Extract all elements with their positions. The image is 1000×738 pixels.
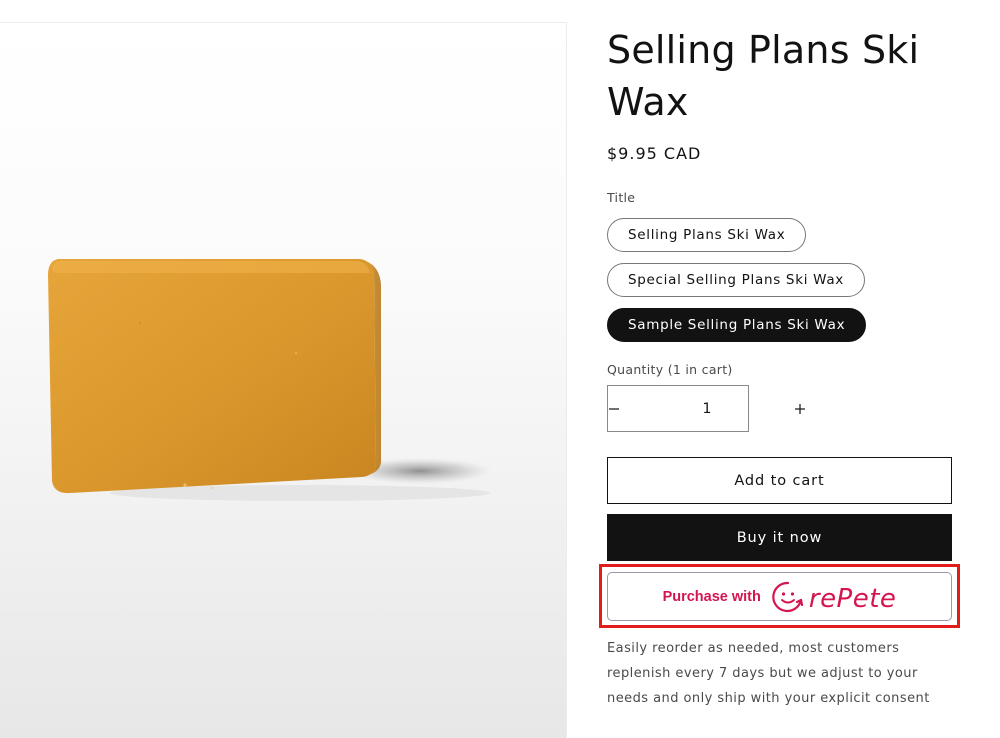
repete-brand-wordmark: rePete <box>808 583 897 614</box>
product-title: Selling Plans Ski Wax <box>607 28 920 124</box>
variant-option-special-selling-plans-ski-wax[interactable]: Special Selling Plans Ski Wax <box>607 263 865 297</box>
buy-it-now-button[interactable]: Buy it now <box>607 514 952 561</box>
quantity-increase-button[interactable] <box>794 386 806 431</box>
minus-icon <box>609 407 619 410</box>
product-page: Selling Plans Ski Wax $9.95 CAD Title Se… <box>0 0 1000 738</box>
repete-smiley-icon <box>772 581 803 612</box>
variant-option-sample-selling-plans-ski-wax[interactable]: Sample Selling Plans Ski Wax <box>607 308 867 342</box>
variant-option-selling-plans-ski-wax[interactable]: Selling Plans Ski Wax <box>607 218 807 252</box>
quantity-decrease-button[interactable] <box>608 386 620 431</box>
purchase-with-repete-button[interactable]: Purchase with rePete <box>607 572 952 621</box>
product-media <box>0 22 567 738</box>
product-image[interactable] <box>0 23 566 738</box>
add-to-cart-button[interactable]: Add to cart <box>607 457 952 504</box>
quantity-label: Quantity (1 in cart) <box>607 362 733 377</box>
variant-label: Title <box>607 190 636 205</box>
product-description: Easily reorder as needed, most customers… <box>607 641 930 706</box>
product-price: $9.95 CAD <box>607 144 702 163</box>
repete-prefix-label: Purchase with <box>662 588 761 605</box>
quantity-stepper <box>607 385 805 432</box>
quantity-input[interactable] <box>620 386 794 431</box>
plus-icon <box>795 403 805 414</box>
